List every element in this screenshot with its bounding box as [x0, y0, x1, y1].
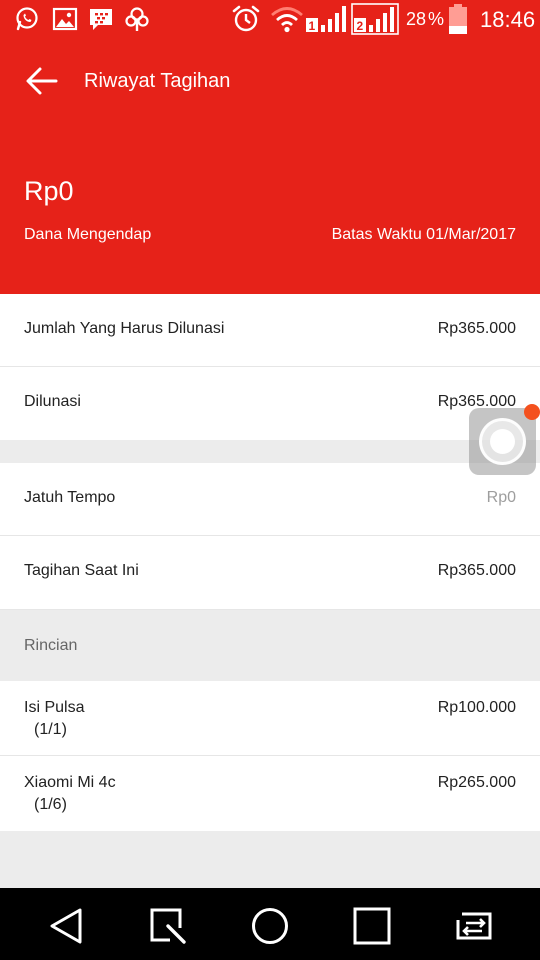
item-installment: (1/6) — [34, 796, 67, 813]
item-value: Rp100.000 — [437, 699, 516, 716]
row-value: Rp365.000 — [437, 320, 516, 337]
deadline-label: Batas Waktu 01/Mar/2017 — [331, 226, 516, 243]
svg-text:2: 2 — [357, 19, 364, 33]
item-installment: (1/1) — [34, 721, 67, 738]
back-icon[interactable] — [46, 906, 86, 946]
wifi-icon — [271, 7, 303, 33]
signal-icon: 1 — [306, 6, 346, 33]
row-label: Jatuh Tempo — [24, 489, 116, 506]
battery-percent: 28 — [406, 9, 427, 29]
row-label: Tagihan Saat Ini — [24, 562, 139, 579]
list-item[interactable]: Xiaomi Mi 4c (1/6) Rp265.000 — [0, 756, 540, 831]
summary-row-total: Jumlah Yang Harus Dilunasi Rp365.000 — [0, 294, 540, 367]
recents-icon[interactable] — [352, 906, 392, 946]
item-name: Isi Pulsa — [24, 699, 85, 716]
clock: 18:46 — [480, 7, 536, 32]
battery-percent-sign: % — [428, 9, 445, 29]
page-title: Riwayat Tagihan — [84, 70, 231, 92]
search-icon[interactable] — [148, 906, 188, 946]
switch-icon[interactable] — [454, 906, 494, 946]
details-list: Isi Pulsa (1/1) Rp100.000 Xiaomi Mi 4c (… — [0, 681, 540, 831]
navigation-bar — [0, 888, 540, 960]
notification-dot — [524, 404, 540, 420]
section-title: Rincian — [24, 637, 78, 654]
list-item[interactable]: Isi Pulsa (1/1) Rp100.000 — [0, 681, 540, 756]
balance-amount: Rp0 — [24, 176, 74, 206]
arrow-back-icon[interactable] — [22, 62, 60, 100]
billing-row-due: Jatuh Tempo Rp0 — [0, 463, 540, 536]
billing-row-current: Tagihan Saat Ini Rp365.000 — [0, 536, 540, 609]
item-value: Rp265.000 — [437, 774, 516, 791]
summary-row-paid: Dilunasi Rp365.000 — [0, 367, 540, 440]
row-value: Rp365.000 — [437, 562, 516, 579]
row-label: Jumlah Yang Harus Dilunasi — [24, 320, 225, 337]
status-bar: 1 2 28 % 18:46 — [0, 0, 540, 40]
bill-header: Riwayat Tagihan Rp0 Dana Mengendap Batas… — [0, 40, 540, 294]
battery-icon — [449, 4, 467, 34]
item-name: Xiaomi Mi 4c — [24, 774, 116, 791]
summary-list: Jumlah Yang Harus Dilunasi Rp365.000 Dil… — [0, 294, 540, 440]
balance-label: Dana Mengendap — [24, 226, 152, 243]
whatsapp-icon — [16, 7, 38, 31]
row-value: Rp0 — [486, 489, 516, 506]
signal-icon: 2 — [351, 3, 399, 35]
billing-list: Jatuh Tempo Rp0 Tagihan Saat Ini Rp365.0… — [0, 463, 540, 609]
assistive-touch-icon — [479, 418, 526, 465]
gallery-icon — [52, 7, 78, 31]
row-label: Dilunasi — [24, 393, 81, 410]
tree-icon — [125, 7, 149, 31]
details-section-header: Rincian — [0, 609, 540, 681]
home-icon[interactable] — [250, 906, 290, 946]
svg-text:1: 1 — [309, 19, 316, 33]
bbm-icon — [90, 9, 112, 30]
alarm-icon — [232, 5, 260, 32]
